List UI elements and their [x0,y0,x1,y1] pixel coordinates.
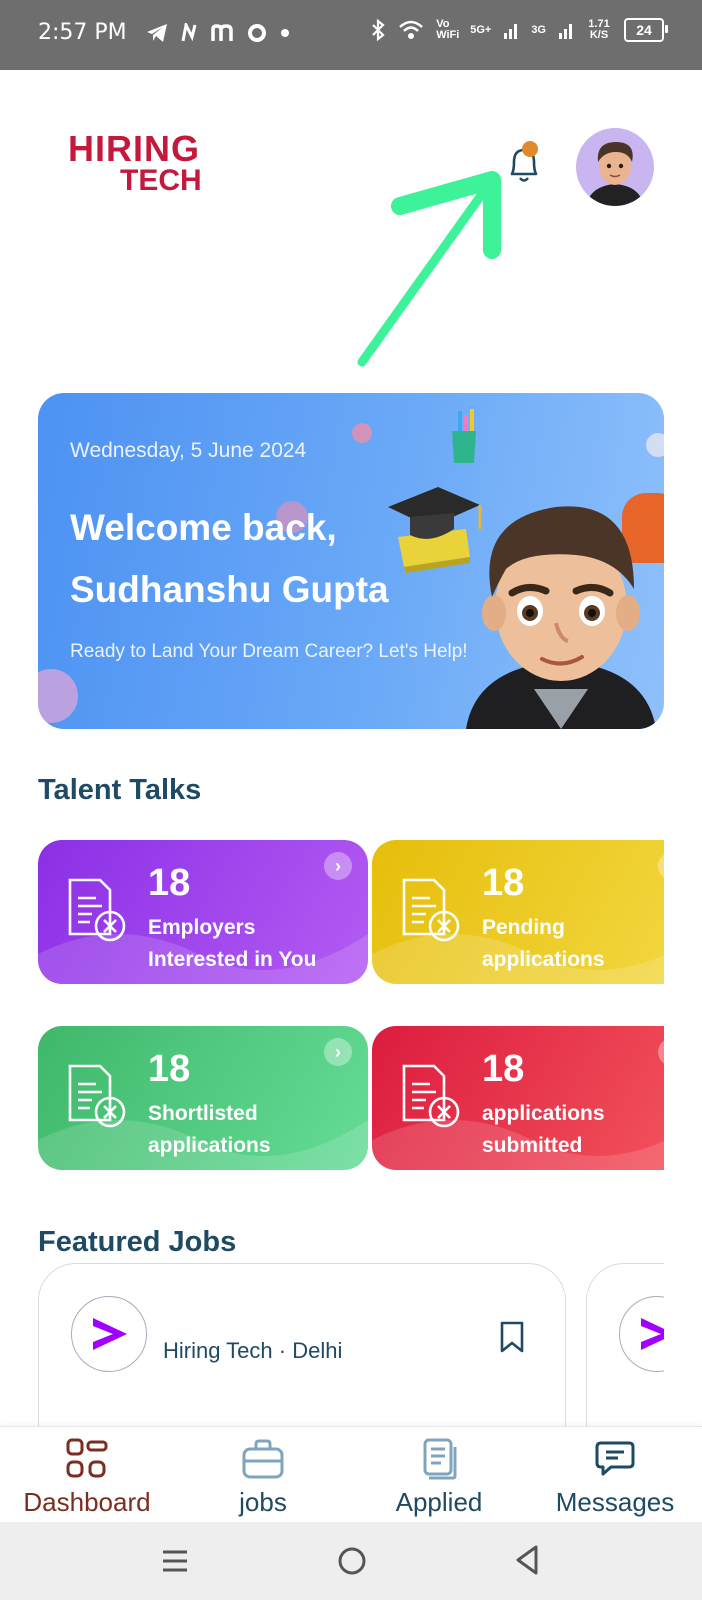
dashboard-icon [66,1438,108,1478]
job-card[interactable]: Hiring Tech · Delhi [38,1263,566,1426]
accenture-logo-icon [93,1318,127,1350]
company-logo [71,1296,147,1372]
job-company-location: Hiring Tech · Delhi [163,1338,343,1363]
home-icon[interactable] [336,1545,368,1577]
system-navigation-bar [0,1522,702,1600]
bookmark-icon[interactable] [497,1320,527,1354]
job-card[interactable] [586,1263,664,1426]
briefcase-icon [242,1439,284,1479]
nav-dashboard[interactable]: Dashboard [2,1437,172,1518]
nav-label: Dashboard [23,1487,151,1517]
message-icon [595,1441,635,1476]
back-icon[interactable] [512,1544,542,1576]
company-logo [619,1296,664,1372]
nav-label: Messages [555,1487,675,1517]
featured-jobs-carousel: Hiring Tech · Delhi [0,0,664,1426]
nav-label: Applied [395,1487,483,1517]
bottom-navigation: Dashboard jobs Applied Messages [0,1426,702,1523]
document-icon [423,1438,457,1480]
nav-jobs[interactable]: jobs [178,1437,348,1518]
nav-messages[interactable]: Messages [530,1437,700,1518]
nav-label: jobs [239,1487,287,1517]
recent-apps-icon[interactable] [160,1546,190,1576]
nav-applied[interactable]: Applied [354,1437,524,1518]
accenture-logo-icon [641,1318,664,1350]
